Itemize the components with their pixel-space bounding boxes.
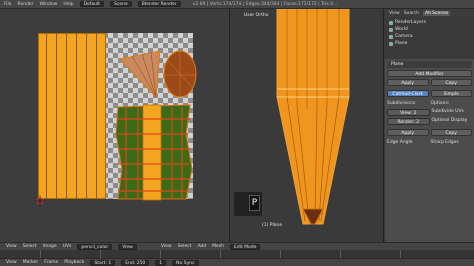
copy-button[interactable]: Copy [430, 79, 472, 86]
optimal-display-checkbox[interactable]: Optimal Display [432, 118, 473, 124]
outliner-item-renderlayers[interactable]: RenderLayers [389, 19, 470, 26]
view-levels-field[interactable]: View: 2 [387, 109, 430, 116]
apply-button-2[interactable]: Apply [387, 129, 429, 136]
timeline[interactable] [0, 250, 474, 258]
object-label: (1) Plane [262, 223, 283, 228]
simple-button[interactable]: Simple [430, 90, 472, 97]
image-name-field[interactable]: pencil_color [77, 243, 113, 250]
sync-dropdown[interactable]: No Sync [172, 259, 199, 266]
subdivide-uvs-checkbox[interactable]: Subdivide UVs [432, 109, 473, 115]
timeline-menu-marker[interactable]: Marker [23, 260, 39, 265]
catmull-clark-button[interactable]: Catmull-Clark [387, 90, 429, 97]
menu-render[interactable]: Render [18, 2, 34, 7]
menu-window[interactable]: Window [40, 2, 58, 7]
start-frame-field[interactable]: Start: 1 [90, 259, 116, 266]
3d-menu-add[interactable]: Add [197, 244, 206, 249]
end-frame-field[interactable]: End: 250 [121, 259, 150, 266]
add-modifier-button[interactable]: Add Modifier [387, 70, 472, 77]
current-frame-field[interactable]: 1 [155, 259, 167, 266]
uv-menu-uvs[interactable]: UVs [63, 244, 72, 249]
scene-stats: v2.69 | Verts:174/174 | Edges:344/344 | … [192, 1, 338, 7]
object-name: Plane [387, 61, 472, 68]
sharp-edges-checkbox[interactable]: Sharp Edges [431, 140, 473, 146]
3d-menu-mesh[interactable]: Mesh [212, 244, 224, 249]
key-letter: P [249, 195, 260, 211]
uv-menu-image[interactable]: Image [43, 244, 57, 249]
timeline-menu-playback[interactable]: Playback [64, 260, 84, 265]
timeline-header: View Marker Frame Playback Start: 1 End:… [0, 258, 474, 266]
uv-menu-select[interactable]: Select [23, 244, 37, 249]
keystroke-overlay: P [234, 192, 262, 216]
3d-menu-select[interactable]: Select [178, 244, 192, 249]
timeline-menu-view[interactable]: View [6, 260, 17, 265]
menu-help[interactable]: Help [63, 2, 73, 7]
outliner-item-plane[interactable]: Plane [389, 40, 470, 47]
modifier-stack: Plane Add Modifier Apply Copy Catmull-Cl… [385, 59, 474, 242]
subdivisions-label: Subdivisions: [387, 101, 417, 106]
3d-menu-view[interactable]: View [161, 244, 172, 249]
uv-menu-view[interactable]: View [6, 244, 17, 249]
mode-dropdown[interactable]: Edit Mode [230, 243, 261, 250]
render-levels-field[interactable]: Render: 2 [387, 118, 430, 125]
tab-view[interactable]: View [389, 11, 400, 16]
uv-islands-svg [34, 50, 197, 207]
outliner: RenderLayers World Camera Plane [385, 17, 474, 59]
timeline-menu-frame[interactable]: Frame [44, 260, 58, 265]
editor-headers: View Select Image UVs pencil_color View … [0, 242, 474, 250]
tab-search[interactable]: Search [404, 11, 419, 16]
scene-field[interactable]: Scene [110, 1, 132, 7]
copy-button-2[interactable]: Copy [430, 129, 472, 136]
tab-all-scenes[interactable]: All Scenes [423, 10, 451, 16]
edge-angle-checkbox[interactable]: Edge Angle [387, 140, 429, 146]
apply-button[interactable]: Apply [387, 79, 429, 86]
properties-panel: View Search All Scenes RenderLayers Worl… [385, 9, 474, 242]
top-header: File Render Window Help Default Scene Bl… [0, 0, 474, 9]
outliner-item-world[interactable]: World [389, 26, 470, 33]
outliner-item-camera[interactable]: Camera [389, 33, 470, 40]
uv-view-dropdown[interactable]: View [118, 243, 137, 250]
render-engine-field[interactable]: Blender Render [137, 1, 181, 7]
layout-field[interactable]: Default [79, 1, 105, 7]
options-label: Options: [430, 101, 450, 106]
outliner-tabs: View Search All Scenes [385, 9, 474, 17]
menu-file[interactable]: File [4, 2, 12, 7]
